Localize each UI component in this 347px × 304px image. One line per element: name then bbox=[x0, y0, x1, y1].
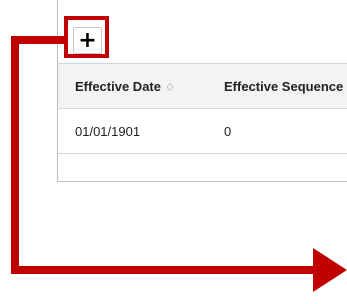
table-row[interactable]: 01/01/1901 0 bbox=[58, 108, 347, 154]
effective-sequence-cell: 0 bbox=[224, 108, 347, 154]
effective-date-grid: Effective Date ♢ Effective Sequence 01/01… bbox=[58, 63, 347, 154]
add-row-button[interactable]: + bbox=[73, 27, 102, 54]
plus-icon: + bbox=[78, 27, 97, 53]
column-header-effective-date-label: Effective Date bbox=[75, 78, 161, 94]
arrow-head bbox=[313, 248, 347, 292]
column-header-effective-date[interactable]: Effective Date ♢ bbox=[58, 63, 224, 109]
effective-date-cell: 01/01/1901 bbox=[58, 108, 224, 154]
column-header-effective-sequence[interactable]: Effective Sequence bbox=[224, 63, 347, 109]
grid-header-row: Effective Date ♢ Effective Sequence bbox=[58, 63, 347, 109]
column-header-effective-sequence-label: Effective Sequence bbox=[224, 78, 344, 94]
sort-icon[interactable]: ♢ bbox=[165, 81, 175, 94]
